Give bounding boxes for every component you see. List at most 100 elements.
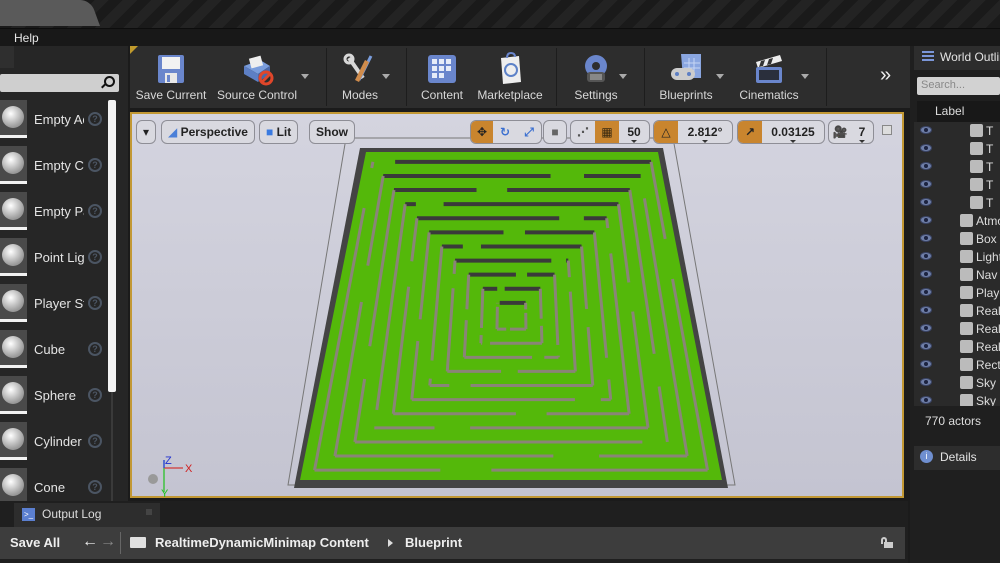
visibility-eye-icon[interactable] <box>920 306 932 314</box>
translate-tool[interactable]: ✥ <box>471 121 493 143</box>
help-icon[interactable]: ? <box>88 204 102 218</box>
help-icon[interactable]: ? <box>88 480 102 494</box>
visibility-eye-icon[interactable] <box>920 144 932 152</box>
maze-scene[interactable] <box>280 130 740 495</box>
outliner-row[interactable]: Sky <box>914 374 1000 392</box>
level-tab[interactable] <box>0 0 100 26</box>
outliner-row[interactable]: Sky <box>914 392 1000 406</box>
outliner-row[interactable]: T <box>914 176 1000 194</box>
cinematics-button[interactable]: Cinematics <box>734 50 804 106</box>
menu-help[interactable]: Help <box>14 31 39 45</box>
close-tab-icon[interactable] <box>146 509 152 515</box>
place-item[interactable]: Empty Pawn ? <box>0 192 105 236</box>
place-panel-tab[interactable] <box>0 46 14 68</box>
scale-snap-value[interactable]: 0.03125 <box>762 121 824 143</box>
help-icon[interactable]: ? <box>88 112 102 126</box>
perspective-button[interactable]: ◢ Perspective <box>161 120 255 144</box>
visibility-eye-icon[interactable] <box>920 378 932 386</box>
visibility-eye-icon[interactable] <box>920 198 932 206</box>
outliner-row[interactable]: Rect <box>914 356 1000 374</box>
maze-wall <box>607 379 613 400</box>
place-item[interactable]: Cylinder ? <box>0 422 105 466</box>
chevron-down-icon[interactable] <box>716 74 724 79</box>
back-arrow-icon[interactable]: ← <box>82 533 98 551</box>
outliner-search-input[interactable]: Search... <box>917 77 1000 95</box>
place-scrollbar[interactable] <box>108 100 116 392</box>
help-icon[interactable]: ? <box>88 342 102 356</box>
visibility-eye-icon[interactable] <box>920 270 932 278</box>
place-item[interactable]: Cube ? <box>0 330 105 374</box>
blueprints-button[interactable]: Blueprints <box>652 50 720 106</box>
outliner-row[interactable]: T <box>914 194 1000 212</box>
visibility-eye-icon[interactable] <box>920 360 932 368</box>
content-button[interactable]: Content <box>414 50 470 106</box>
outliner-row[interactable]: Light <box>914 248 1000 266</box>
settings-button[interactable]: Settings <box>566 50 626 106</box>
help-icon[interactable]: ? <box>88 250 102 264</box>
help-icon[interactable]: ? <box>88 434 102 448</box>
grid-snap-value[interactable]: 50 <box>619 121 649 143</box>
chevron-down-icon[interactable] <box>801 74 809 79</box>
place-item[interactable]: Empty Character ? <box>0 146 105 190</box>
chevron-down-icon[interactable] <box>382 74 390 79</box>
visibility-eye-icon[interactable] <box>920 126 932 134</box>
outliner-row[interactable]: Real <box>914 320 1000 338</box>
visibility-eye-icon[interactable] <box>920 324 932 332</box>
visibility-eye-icon[interactable] <box>920 216 932 224</box>
modes-button[interactable]: Modes <box>330 50 390 106</box>
unlock-icon[interactable] <box>881 537 893 548</box>
info-icon: i <box>920 450 933 463</box>
blueprint-gamepad-icon <box>671 54 701 80</box>
outliner-row[interactable]: Real <box>914 338 1000 356</box>
forward-arrow-icon[interactable]: → <box>100 533 116 551</box>
help-icon[interactable]: ? <box>88 388 102 402</box>
visibility-eye-icon[interactable] <box>920 180 932 188</box>
place-item[interactable]: Sphere ? <box>0 376 105 420</box>
visibility-eye-icon[interactable] <box>920 252 932 260</box>
maximize-viewport-icon[interactable] <box>882 125 892 135</box>
visibility-eye-icon[interactable] <box>920 234 932 242</box>
outliner-row[interactable]: Box <box>914 230 1000 248</box>
save-all-button[interactable]: Save All <box>10 535 60 550</box>
camera-speed[interactable]: 🎥 7 <box>828 120 874 144</box>
source-control-button[interactable]: Source Control <box>214 50 300 106</box>
visibility-eye-icon[interactable] <box>920 288 932 296</box>
help-icon[interactable]: ? <box>88 158 102 172</box>
rotation-snap-value[interactable]: 2.812° <box>678 121 732 143</box>
outliner-row[interactable]: Atmospheric Fog <box>914 212 1000 230</box>
show-button[interactable]: Show <box>309 120 355 144</box>
chevron-down-icon[interactable] <box>619 74 627 79</box>
marketplace-button[interactable]: Marketplace <box>474 50 546 106</box>
place-item[interactable]: Player Start ? <box>0 284 105 328</box>
toolbar-overflow-button[interactable]: » <box>880 64 891 87</box>
scale-tool[interactable]: ⤢ <box>517 121 541 143</box>
outliner-row[interactable]: T <box>914 122 1000 140</box>
outliner-row[interactable]: Real <box>914 302 1000 320</box>
lit-button[interactable]: ■ Lit <box>259 120 299 144</box>
place-item[interactable]: Empty Actor ? <box>0 100 105 144</box>
outliner-label-column[interactable]: Label <box>917 101 1000 122</box>
visibility-eye-icon[interactable] <box>920 342 932 350</box>
menu-bar: Help <box>0 28 1000 46</box>
path-chevron-icon[interactable] <box>388 539 393 547</box>
visibility-eye-icon[interactable] <box>920 396 932 404</box>
rotate-tool[interactable]: ↻ <box>493 121 517 143</box>
path-segment-blueprint[interactable]: Blueprint <box>405 535 462 550</box>
scale-arrow-icon[interactable]: ↗ <box>738 121 762 143</box>
save-current-button[interactable]: Save Current <box>134 50 208 106</box>
help-icon[interactable]: ? <box>88 296 102 310</box>
chevron-down-icon[interactable] <box>301 74 309 79</box>
grid-icon[interactable]: ▦ <box>595 121 619 143</box>
path-segment-root[interactable]: RealtimeDynamicMinimap Content <box>155 535 369 550</box>
place-item[interactable]: Point Light ? <box>0 238 105 282</box>
outliner-row[interactable]: T <box>914 158 1000 176</box>
outliner-row[interactable]: Nav <box>914 266 1000 284</box>
surface-snap[interactable]: ■ <box>543 120 567 144</box>
drag-snap-icon[interactable]: ⋰ <box>571 121 595 143</box>
place-search-input[interactable] <box>0 74 119 92</box>
angle-icon[interactable]: △ <box>654 121 678 143</box>
visibility-eye-icon[interactable] <box>920 162 932 170</box>
outliner-row[interactable]: Player <box>914 284 1000 302</box>
outliner-row[interactable]: T <box>914 140 1000 158</box>
viewport-options-button[interactable]: ▾ <box>136 120 156 144</box>
